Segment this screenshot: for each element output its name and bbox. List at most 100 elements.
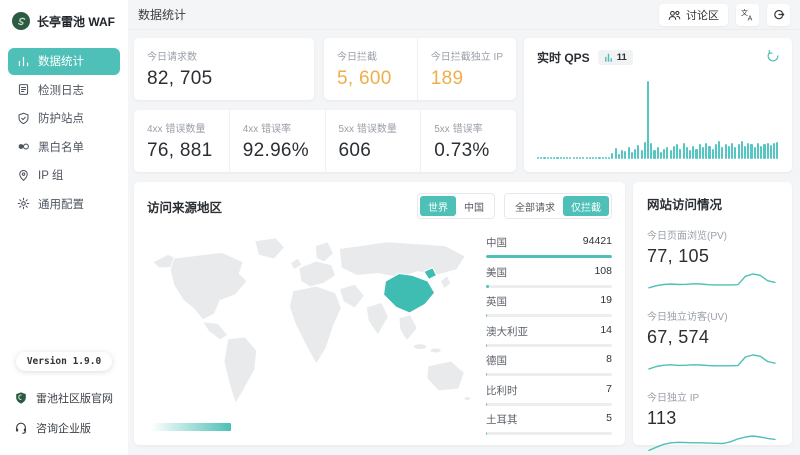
stat-value-5xx-rate: 0.73% [434, 140, 503, 162]
qps-bar [634, 149, 636, 159]
list-item: 澳大利亚14 [486, 324, 612, 347]
history-refresh-icon [766, 49, 780, 63]
qps-bar-chart [537, 79, 779, 159]
request-type-toggle-group: 全部请求 仅拦截 [504, 193, 612, 219]
map-indonesia-2 [430, 348, 442, 353]
dashboard-content: 今日请求数 82, 705 今日拦截 5, 600 今日拦截独立 IP 189 [128, 30, 800, 455]
qps-bar [644, 142, 646, 159]
visit-stat-ip: 今日独立 IP 113 [647, 389, 778, 455]
stat-value-requests: 82, 705 [147, 68, 301, 90]
qps-bar [660, 152, 662, 159]
toggle-all-requests[interactable]: 全部请求 [507, 196, 563, 216]
stat-value-5xx-count: 606 [339, 140, 408, 162]
discussion-label: 讨论区 [686, 7, 719, 23]
logout-button[interactable] [767, 4, 790, 26]
map-south-america [224, 337, 257, 403]
qps-bar [767, 143, 769, 159]
main-area: 数据统计 讨论区 文A 今日请求数 [128, 0, 800, 455]
card-today-requests: 今日请求数 82, 705 [134, 38, 314, 100]
footer-link-label: 咨询企业版 [36, 420, 91, 436]
sidebar-item-data-stats[interactable]: 数据统计 [8, 48, 120, 75]
discussion-button[interactable]: 讨论区 [659, 4, 728, 26]
qps-bar [631, 152, 633, 159]
map-africa [289, 286, 341, 364]
qps-history-button[interactable] [766, 49, 780, 68]
card-realtime-qps: 实时 QPS 11 [524, 38, 792, 172]
toggle-china[interactable]: 中国 [456, 196, 492, 216]
qps-bar [582, 157, 584, 159]
qps-bar [754, 147, 756, 159]
gear-icon [17, 197, 30, 210]
world-map [147, 219, 474, 434]
qps-bar [611, 153, 613, 159]
qps-bar [602, 157, 604, 159]
qps-bar [560, 157, 562, 159]
visit-value-ip: 113 [647, 408, 778, 429]
qps-bar [641, 150, 643, 159]
bar-chart-icon [17, 55, 30, 68]
qps-bar [750, 144, 752, 159]
qps-bar [663, 149, 665, 159]
qps-bar [637, 145, 639, 159]
qps-bar [725, 144, 727, 159]
qps-bar [715, 144, 717, 159]
stat-value-blocks: 5, 600 [337, 68, 404, 90]
qps-bar [563, 157, 565, 159]
toggle-world[interactable]: 世界 [420, 196, 456, 216]
topbar: 数据统计 讨论区 文A [128, 0, 800, 30]
map-new-zealand [464, 397, 471, 401]
shield-check-icon [17, 112, 30, 125]
sidebar-item-general-config[interactable]: 通用配置 [8, 190, 120, 217]
community-people-icon [668, 9, 681, 21]
community-shield-icon [14, 391, 28, 405]
stat-value-4xx-count: 76, 881 [147, 140, 216, 162]
qps-bar [595, 157, 597, 159]
map-middle-east [339, 284, 364, 308]
qps-bar [543, 157, 545, 159]
qps-bar [741, 141, 743, 159]
qps-bar [579, 157, 581, 159]
qps-bar [763, 144, 765, 159]
toggle-blocked-only[interactable]: 仅拦截 [563, 196, 609, 216]
qps-badge-value: 11 [617, 52, 627, 63]
qps-bar [618, 154, 620, 159]
community-site-link[interactable]: 雷池社区版官网 [0, 383, 128, 413]
country-value: 14 [600, 324, 612, 339]
version-badge: Version 1.9.0 [16, 352, 112, 371]
qps-bar [673, 146, 675, 159]
sidebar-item-label: 防护站点 [38, 110, 84, 126]
map-density-legend [151, 423, 231, 431]
sidebar-nav: 数据统计 检测日志 防护站点 黑白名单 IP 组 通用配置 [0, 46, 128, 219]
map-india [366, 302, 388, 335]
map-greenland [255, 238, 285, 259]
stat-label: 4xx 错误数量 [147, 120, 216, 135]
qps-bar [695, 149, 697, 159]
sidebar-item-ip-groups[interactable]: IP 组 [8, 162, 120, 189]
qps-bar [657, 147, 659, 159]
log-document-icon [17, 83, 30, 96]
stat-label: 今日拦截 [337, 48, 404, 63]
qps-bar [747, 143, 749, 159]
stat-label: 今日请求数 [147, 48, 301, 63]
country-name: 德国 [486, 353, 507, 368]
map-japan [440, 275, 451, 288]
qps-bar [692, 146, 694, 159]
enterprise-consult-link[interactable]: 咨询企业版 [0, 413, 128, 443]
qps-bar [705, 143, 707, 159]
sidebar-item-detect-logs[interactable]: 检测日志 [8, 76, 120, 103]
qps-bar [666, 147, 668, 159]
qps-bar [760, 146, 762, 159]
app-title: 长亭雷池 WAF [37, 13, 115, 30]
qps-bar [708, 146, 710, 159]
visit-label: 今日独立 IP [647, 389, 778, 404]
sidebar-item-label: IP 组 [38, 167, 63, 183]
sidebar-item-blackwhite-list[interactable]: 黑白名单 [8, 133, 120, 160]
qps-bar [738, 144, 740, 159]
list-item: 中国94421 [486, 235, 612, 258]
language-switch-button[interactable]: 文A [736, 4, 759, 26]
qps-bar [553, 157, 555, 159]
sidebar-item-protected-sites[interactable]: 防护站点 [8, 105, 120, 132]
region-toggle-group: 世界 中国 [417, 193, 495, 219]
visit-value-uv: 67, 574 [647, 327, 778, 348]
qps-bar [605, 157, 607, 159]
